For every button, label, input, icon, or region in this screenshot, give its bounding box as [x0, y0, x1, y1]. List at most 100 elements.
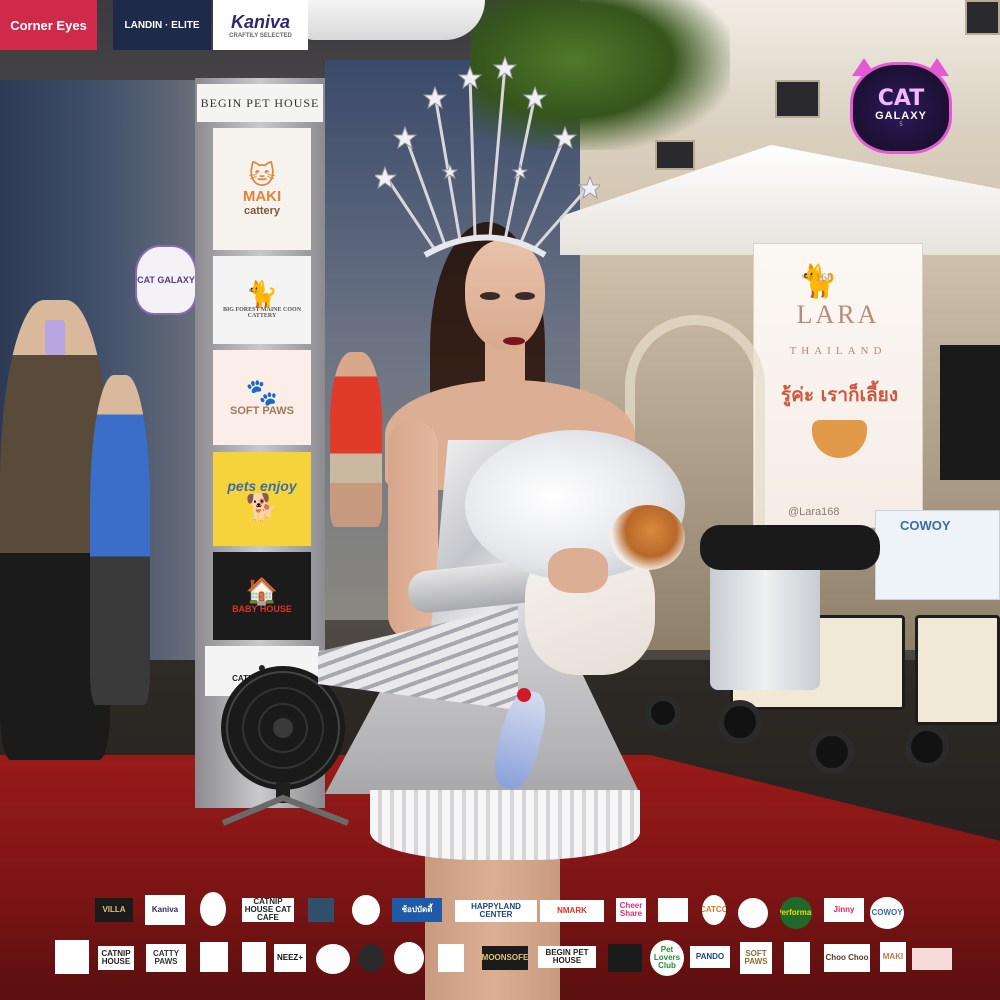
sponsor-logo-strip: VILLA Kaniva CATNIP HOUSE CAT CAFE ช้อปบัดด…	[0, 880, 1000, 1000]
sponsor-row2-logo: MOONSOFE	[482, 946, 528, 970]
model-eye	[515, 292, 535, 300]
folding-wagon	[915, 615, 1000, 725]
sponsor-row1-logo: CATNIP HOUSE CAT CAFE	[242, 898, 294, 922]
balcony-window	[775, 80, 820, 118]
top-sign-landin-elite: LANDIN · ELITE	[113, 0, 211, 50]
sponsor-row2-logo	[912, 948, 952, 970]
sponsor-row2-logo	[608, 944, 642, 972]
sponsor-row1-logo: ช้อปบัดดี้	[392, 898, 442, 922]
model-eye	[480, 292, 500, 300]
small-event-sign: CAT GALAXY	[135, 245, 197, 315]
small-event-sign-label: CAT GALAXY	[137, 275, 195, 285]
model-hand	[548, 548, 608, 593]
sponsor-row1-logo	[658, 898, 688, 922]
sponsor-row1-logo: Performax	[780, 897, 812, 929]
sponsor-logo-label: Kaniva	[151, 905, 179, 914]
top-sign-label: Corner Eyes	[10, 17, 87, 33]
red-bead	[517, 688, 531, 702]
sponsor-logo-label: CATCO	[702, 905, 726, 914]
lara-brand: LARA	[796, 300, 880, 329]
sponsor-row2-logo	[200, 942, 228, 972]
model-lips	[503, 337, 525, 345]
event-logo-line1: CAT	[877, 86, 925, 111]
phone-icon	[45, 320, 65, 355]
pillar-header: BEGIN PET HOUSE	[197, 84, 323, 122]
sponsor-row2-logo	[394, 942, 424, 974]
child-spectator	[90, 375, 150, 705]
maine-coon-icon: 🐈	[245, 279, 279, 309]
sponsor-row2-logo: MAKI	[880, 942, 906, 972]
sponsor-logo-label: HAPPYLAND CENTER	[471, 902, 521, 919]
pet-carrier	[710, 550, 820, 690]
sponsor-logo-label: COWOY	[871, 908, 903, 917]
cowoy-label: COWOY	[900, 518, 951, 533]
pillar-card-name: BABY HOUSE	[232, 604, 292, 614]
sponsor-row1-logo: COWOY	[870, 897, 904, 929]
shop-awning	[300, 0, 485, 40]
sponsor-row2-logo: Pet Lovers Club	[650, 940, 684, 976]
sponsor-logo-label: Choo Choo	[825, 953, 869, 962]
wagon-wheel	[905, 725, 949, 769]
pillar-card-big-forest: 🐈 BIG FOREST MAINE COON CATTERY	[213, 256, 311, 344]
sponsor-logo-label: NEEZ+	[276, 953, 303, 962]
sponsor-row2-logo: CATTY PAWS	[146, 944, 186, 972]
lara-handle: @Lara168	[788, 506, 840, 518]
kaniva-brand: Kaniva	[230, 11, 291, 32]
sponsor-logo-label: ช้อปบัดดี้	[401, 905, 433, 914]
sponsor-row2-logo: Choo Choo	[824, 944, 870, 972]
pillar-card-name: BIG FOREST MAINE COON CATTERY	[222, 307, 302, 319]
cat-paws-icon: 🐾	[245, 376, 279, 407]
sponsor-logo-label: NMARK	[557, 906, 587, 915]
sponsor-logo-label: Performax	[780, 908, 812, 917]
sponsor-logo-label: CATTY PAWS	[152, 949, 180, 966]
sponsor-row2-logo: PANDO	[690, 946, 730, 968]
sponsor-row2-logo	[784, 942, 810, 974]
top-sign-kaniva: Kaniva CRAFTILY SELECTED	[213, 0, 308, 50]
sponsor-row1-logo: Kaniva	[145, 895, 185, 925]
sponsor-row1-logo: NMARK	[540, 900, 604, 922]
sponsor-row1-logo	[308, 898, 334, 922]
sponsor-logo-label: VILLA	[102, 905, 126, 914]
sponsor-row1-logo	[352, 895, 380, 925]
sponsor-row1-logo: VILLA	[95, 898, 133, 922]
pillar-card-sub: cattery	[243, 204, 281, 217]
house-icon: 🏠	[245, 576, 279, 606]
sponsor-logo-label: MOONSOFE	[482, 953, 528, 962]
star-crown	[375, 55, 600, 258]
pillar-card-soft-paws: 🐾 SOFT PAWS	[213, 350, 311, 445]
sponsor-row1-logo: CATCO	[702, 895, 726, 925]
sponsor-row2-logo	[55, 940, 89, 974]
event-logo-line2: GALAXY	[875, 110, 927, 122]
speaker	[940, 345, 1000, 480]
cat-galaxy-event-logo: CAT GALAXY 5	[850, 62, 952, 154]
pillar-card-name: SOFT PAWS	[230, 404, 294, 417]
sponsor-logo-label: SOFT PAWS	[744, 949, 768, 966]
pillar-card-pets-enjoy: pets enjoy 🐕	[213, 452, 311, 546]
kaniva-tagline: CRAFTILY SELECTED	[229, 32, 292, 39]
sponsor-logo-label: CATNIP HOUSE	[101, 949, 131, 966]
sponsor-row2-logo	[242, 942, 266, 972]
wagon-wheel	[810, 730, 854, 774]
sponsor-row2-logo: CATNIP HOUSE	[98, 946, 134, 970]
sponsor-row2-logo	[358, 944, 384, 972]
sponsor-logo-label: MAKI	[882, 952, 904, 961]
sponsor-row1-logo: Cheer Share	[616, 898, 646, 922]
sponsor-logo-label: BEGIN PET HOUSE	[545, 948, 589, 965]
lara-number: 168	[815, 270, 833, 284]
lara-thai-tagline: รู้ค่ะ เราก็เลี้ยง	[780, 384, 899, 406]
pillar-card-baby-house: 🏠 BABY HOUSE	[213, 552, 311, 640]
cat-head-calico	[610, 505, 685, 570]
event-photo: Corner Eyes LANDIN · ELITE Kaniva CRAFTI…	[0, 0, 1000, 1000]
sponsor-row1-logo	[738, 898, 768, 928]
pillar-header-label: BEGIN PET HOUSE	[200, 95, 320, 110]
sponsor-row1-logo: Jinny	[824, 898, 864, 922]
sponsor-row2-logo: BEGIN PET HOUSE	[538, 946, 596, 968]
pets-icon: 🐕	[245, 492, 279, 522]
sponsor-row1-logo	[200, 892, 226, 926]
sponsor-row2-logo: SOFT PAWS	[740, 942, 772, 974]
top-sign-corner-eyes: Corner Eyes	[0, 0, 97, 50]
passerby-red-shirt	[330, 352, 382, 527]
wagon-wheel	[718, 700, 762, 744]
pillar-card-name: MAKI	[242, 187, 282, 205]
sponsor-logo-label: CATNIP HOUSE CAT CAFE	[244, 898, 292, 922]
